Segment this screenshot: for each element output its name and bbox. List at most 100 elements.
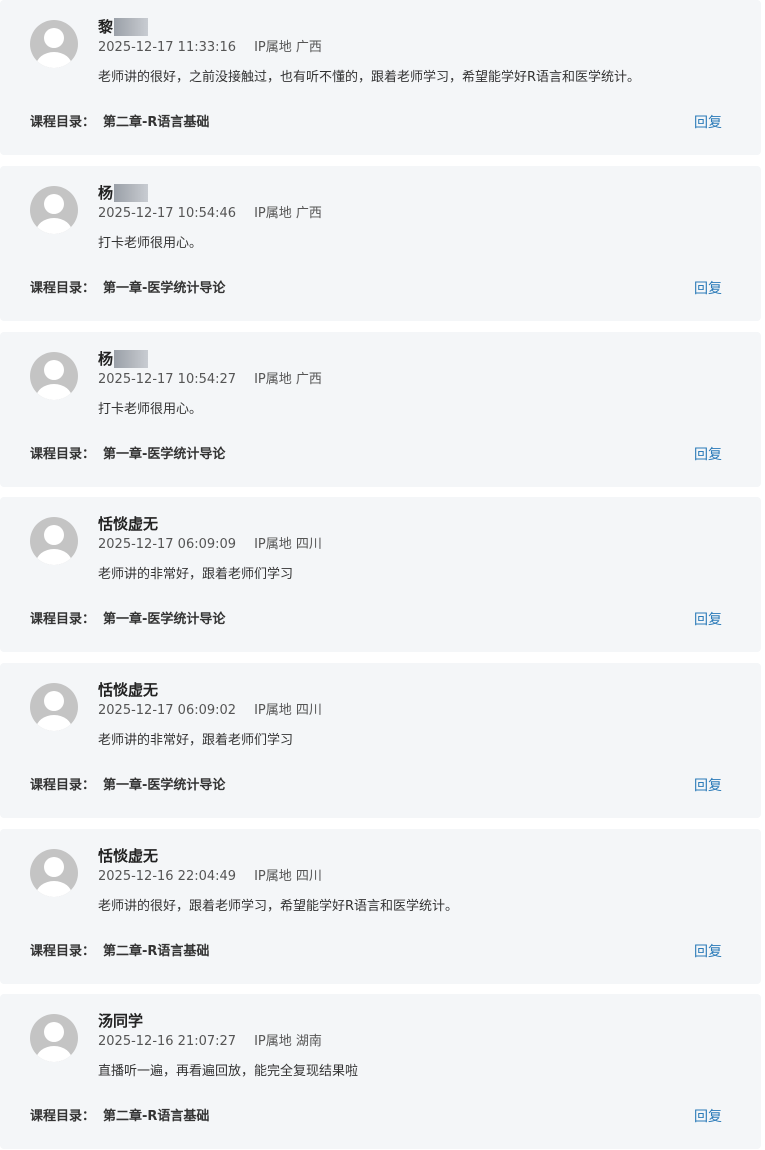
comment-content: 老师讲的很好，跟着老师学习，希望能学好R语言和医学统计。 bbox=[98, 899, 459, 914]
comment-meta: 2025-12-17 11:33:16 IP属地 广西 bbox=[98, 39, 322, 57]
course-catalog: 课程目录： 第一章-医学统计导论 bbox=[30, 777, 225, 795]
catalog-chapter[interactable]: 第二章-R语言基础 bbox=[103, 115, 209, 130]
avatar-body-shape bbox=[36, 218, 72, 234]
comment-time: 2025-12-16 22:04:49 bbox=[98, 869, 237, 884]
catalog-label: 课程目录： bbox=[30, 778, 96, 793]
avatar-head-shape bbox=[44, 194, 64, 214]
reply-button[interactable]: 回复 bbox=[694, 1108, 722, 1126]
avatar[interactable] bbox=[30, 1014, 78, 1062]
comment-card: 杨 2025-12-17 10:54:46 IP属地 广西 打卡老师很用心。 课程… bbox=[0, 166, 761, 321]
user-name[interactable]: 恬惔虚无 bbox=[98, 679, 158, 701]
course-catalog: 课程目录： 第二章-R语言基础 bbox=[30, 943, 209, 961]
course-catalog: 课程目录： 第一章-医学统计导论 bbox=[30, 280, 225, 298]
catalog-chapter[interactable]: 第一章-医学统计导论 bbox=[103, 447, 225, 462]
catalog-chapter[interactable]: 第一章-医学统计导论 bbox=[103, 778, 225, 793]
avatar-head-shape bbox=[44, 360, 64, 380]
user-name[interactable]: 恬惔虚无 bbox=[98, 513, 158, 535]
user-name-row: 恬惔虚无 bbox=[98, 679, 158, 701]
catalog-chapter[interactable]: 第一章-医学统计导论 bbox=[103, 612, 225, 627]
comment-content: 直播听一遍，再看遍回放，能完全复现结果啦 bbox=[98, 1064, 359, 1079]
comment-content: 打卡老师很用心。 bbox=[98, 402, 203, 417]
avatar-body-shape bbox=[36, 549, 72, 565]
avatar-body-shape bbox=[36, 1046, 72, 1062]
comment-content: 打卡老师很用心。 bbox=[98, 236, 203, 251]
user-name-row: 杨 bbox=[98, 348, 149, 370]
catalog-label: 课程目录： bbox=[30, 281, 96, 296]
catalog-chapter[interactable]: 第一章-医学统计导论 bbox=[103, 281, 225, 296]
course-catalog: 课程目录： 第二章-R语言基础 bbox=[30, 1108, 209, 1126]
user-name-row: 恬惔虚无 bbox=[98, 513, 158, 535]
catalog-label: 课程目录： bbox=[30, 447, 96, 462]
comment-card: 黎 2025-12-17 11:33:16 IP属地 广西 老师讲的很好，之前没接… bbox=[0, 0, 761, 155]
comment-time: 2025-12-17 06:09:09 bbox=[98, 537, 237, 552]
user-name[interactable]: 杨 bbox=[98, 182, 113, 204]
comment-meta: 2025-12-17 06:09:09 IP属地 四川 bbox=[98, 536, 322, 554]
comment-card: 恬惔虚无 2025-12-17 06:09:02 IP属地 四川 老师讲的非常好，… bbox=[0, 663, 761, 818]
avatar[interactable] bbox=[30, 20, 78, 68]
ip-location: IP属地 广西 bbox=[254, 206, 322, 221]
name-privacy-mask bbox=[114, 184, 149, 202]
comment-time: 2025-12-17 10:54:46 bbox=[98, 206, 237, 221]
catalog-chapter[interactable]: 第二章-R语言基础 bbox=[103, 944, 209, 959]
user-name[interactable]: 汤同学 bbox=[98, 1010, 143, 1032]
comment-time: 2025-12-17 11:33:16 bbox=[98, 40, 237, 55]
catalog-chapter[interactable]: 第二章-R语言基础 bbox=[103, 1109, 209, 1124]
comment-card: 汤同学 2025-12-16 21:07:27 IP属地 湖南 直播听一遍，再看遍… bbox=[0, 994, 761, 1149]
ip-location: IP属地 四川 bbox=[254, 537, 322, 552]
avatar[interactable] bbox=[30, 517, 78, 565]
user-name-row: 汤同学 bbox=[98, 1010, 143, 1032]
avatar-body-shape bbox=[36, 52, 72, 68]
course-catalog: 课程目录： 第二章-R语言基础 bbox=[30, 114, 209, 132]
user-name-row: 杨 bbox=[98, 182, 149, 204]
avatar-head-shape bbox=[44, 691, 64, 711]
catalog-label: 课程目录： bbox=[30, 944, 96, 959]
reply-button[interactable]: 回复 bbox=[694, 777, 722, 795]
course-catalog: 课程目录： 第一章-医学统计导论 bbox=[30, 611, 225, 629]
comment-content: 老师讲的很好，之前没接触过，也有听不懂的，跟着老师学习，希望能学好R语言和医学统… bbox=[98, 70, 641, 85]
comment-meta: 2025-12-16 22:04:49 IP属地 四川 bbox=[98, 868, 322, 886]
reply-button[interactable]: 回复 bbox=[694, 943, 722, 961]
ip-location: IP属地 四川 bbox=[254, 869, 322, 884]
avatar[interactable] bbox=[30, 849, 78, 897]
user-name-row: 恬惔虚无 bbox=[98, 845, 158, 867]
reply-button[interactable]: 回复 bbox=[694, 280, 722, 298]
user-name[interactable]: 杨 bbox=[98, 348, 113, 370]
avatar-head-shape bbox=[44, 857, 64, 877]
user-name[interactable]: 恬惔虚无 bbox=[98, 845, 158, 867]
comment-card: 恬惔虚无 2025-12-17 06:09:09 IP属地 四川 老师讲的非常好，… bbox=[0, 497, 761, 652]
reply-button[interactable]: 回复 bbox=[694, 611, 722, 629]
ip-location: IP属地 广西 bbox=[254, 40, 322, 55]
avatar-head-shape bbox=[44, 28, 64, 48]
avatar-body-shape bbox=[36, 384, 72, 400]
comment-time: 2025-12-17 10:54:27 bbox=[98, 372, 237, 387]
ip-location: IP属地 四川 bbox=[254, 703, 322, 718]
course-catalog: 课程目录： 第一章-医学统计导论 bbox=[30, 446, 225, 464]
ip-location: IP属地 湖南 bbox=[254, 1034, 322, 1049]
name-privacy-mask bbox=[114, 18, 149, 36]
comment-time: 2025-12-17 06:09:02 bbox=[98, 703, 237, 718]
comment-meta: 2025-12-16 21:07:27 IP属地 湖南 bbox=[98, 1033, 322, 1051]
user-name[interactable]: 黎 bbox=[98, 16, 113, 38]
name-privacy-mask bbox=[114, 350, 149, 368]
user-name-row: 黎 bbox=[98, 16, 149, 38]
comment-content: 老师讲的非常好，跟着老师们学习 bbox=[98, 567, 294, 582]
avatar-head-shape bbox=[44, 1022, 64, 1042]
reply-button[interactable]: 回复 bbox=[694, 114, 722, 132]
comment-meta: 2025-12-17 06:09:02 IP属地 四川 bbox=[98, 702, 322, 720]
comment-card: 杨 2025-12-17 10:54:27 IP属地 广西 打卡老师很用心。 课程… bbox=[0, 332, 761, 487]
avatar-body-shape bbox=[36, 715, 72, 731]
comment-card: 恬惔虚无 2025-12-16 22:04:49 IP属地 四川 老师讲的很好，跟… bbox=[0, 829, 761, 984]
catalog-label: 课程目录： bbox=[30, 1109, 96, 1124]
catalog-label: 课程目录： bbox=[30, 612, 96, 627]
catalog-label: 课程目录： bbox=[30, 115, 96, 130]
avatar[interactable] bbox=[30, 186, 78, 234]
ip-location: IP属地 广西 bbox=[254, 372, 322, 387]
comment-meta: 2025-12-17 10:54:46 IP属地 广西 bbox=[98, 205, 322, 223]
avatar-body-shape bbox=[36, 881, 72, 897]
comment-time: 2025-12-16 21:07:27 bbox=[98, 1034, 237, 1049]
avatar[interactable] bbox=[30, 683, 78, 731]
comment-meta: 2025-12-17 10:54:27 IP属地 广西 bbox=[98, 371, 322, 389]
avatar[interactable] bbox=[30, 352, 78, 400]
comment-content: 老师讲的非常好，跟着老师们学习 bbox=[98, 733, 294, 748]
reply-button[interactable]: 回复 bbox=[694, 446, 722, 464]
